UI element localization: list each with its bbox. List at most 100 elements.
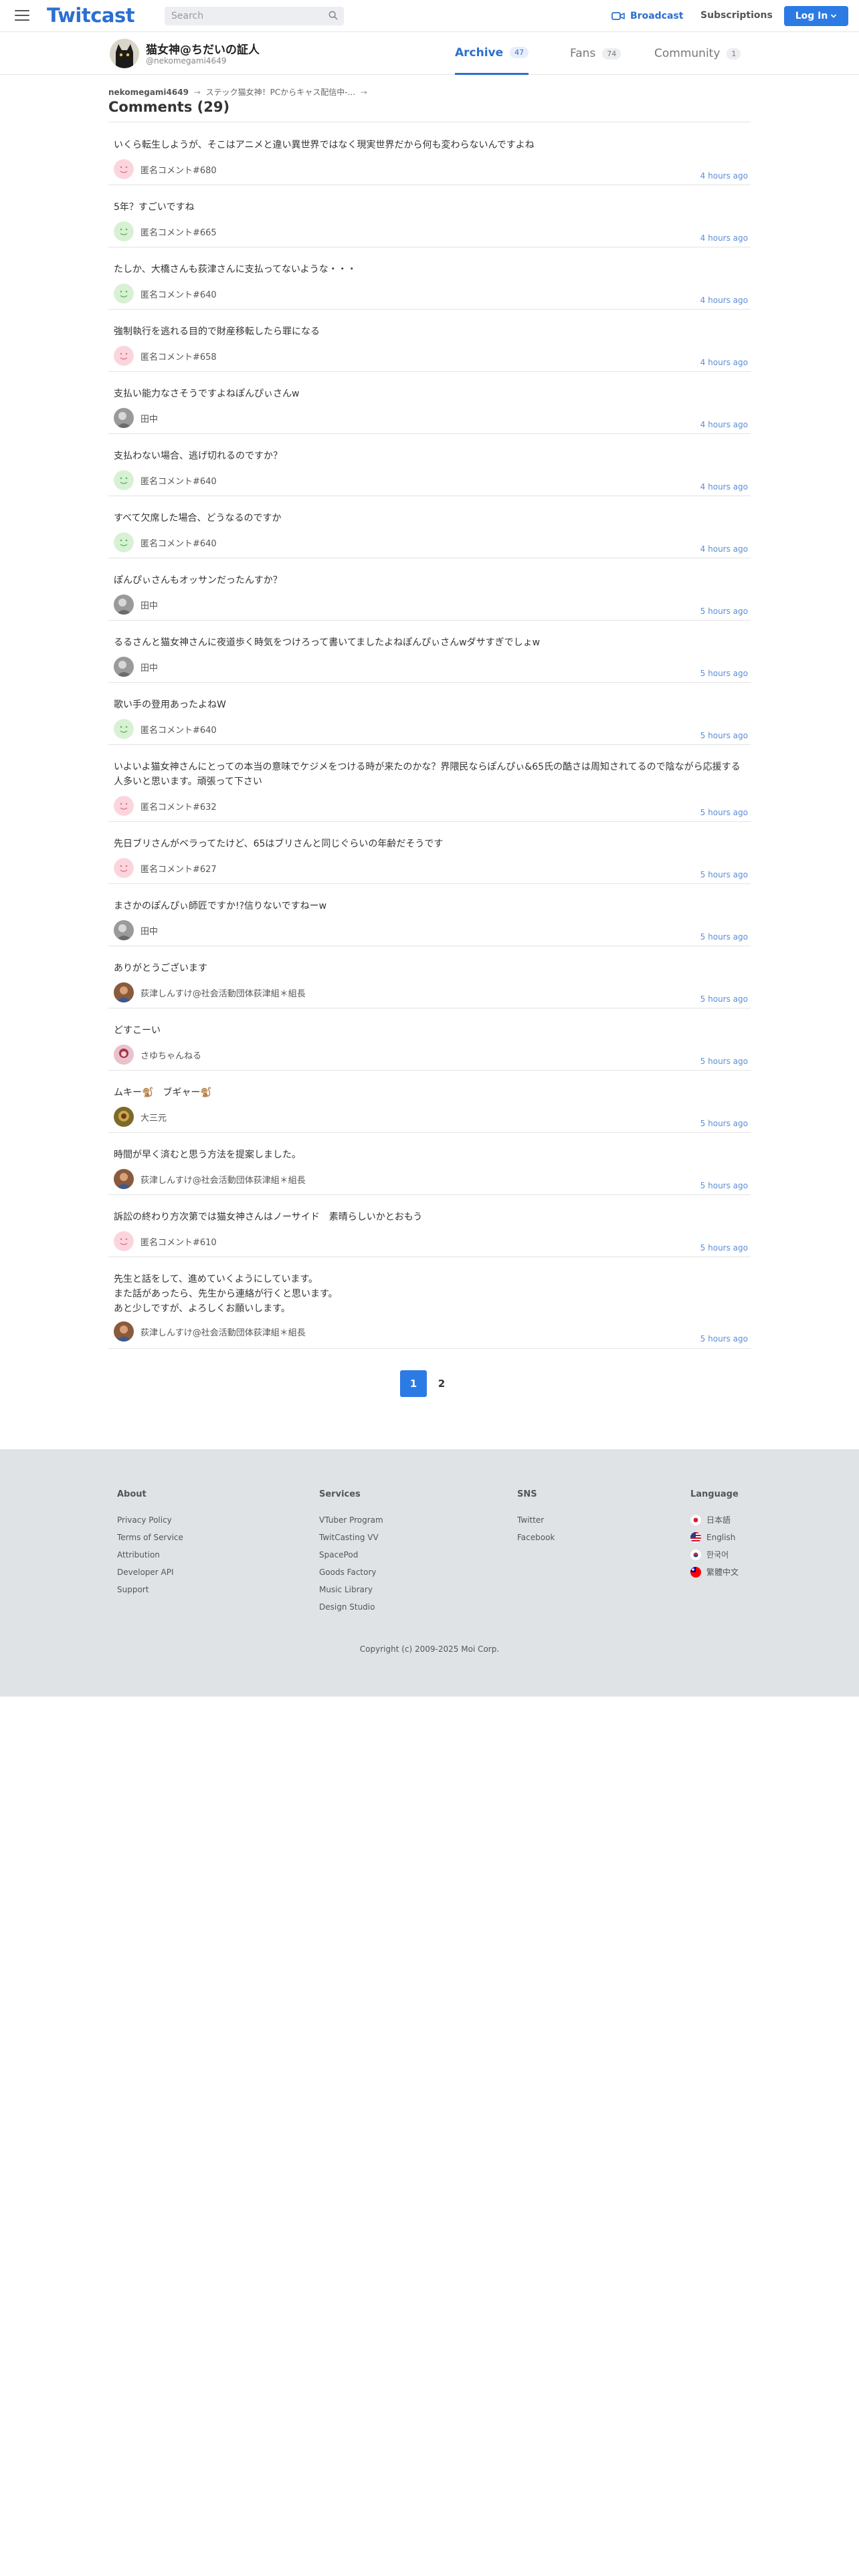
- language-label: English: [706, 1533, 736, 1542]
- comment-user[interactable]: 田中: [114, 920, 158, 940]
- comment-user[interactable]: 荻津しんすけ@社会活動団体荻津組＊組長: [114, 1321, 306, 1341]
- page-title: Comments (29): [108, 99, 230, 115]
- footer-link-twitter[interactable]: Twitter: [517, 1511, 555, 1529]
- comment-user[interactable]: 田中: [114, 408, 158, 428]
- comment-user[interactable]: 匿名コメント#627: [114, 858, 217, 878]
- comment-timestamp[interactable]: 5 hours ago: [700, 1057, 748, 1066]
- comment-timestamp[interactable]: 5 hours ago: [700, 607, 748, 616]
- language-label: 한국어: [706, 1550, 729, 1560]
- page-1-button[interactable]: 1: [400, 1370, 427, 1397]
- search-box[interactable]: [165, 7, 344, 25]
- comment-user[interactable]: 匿名コメント#610: [114, 1231, 217, 1251]
- footer-link-terms[interactable]: Terms of Service: [117, 1529, 183, 1546]
- comment-user[interactable]: 匿名コメント#640: [114, 719, 217, 739]
- comment-user[interactable]: 匿名コメント#680: [114, 159, 217, 179]
- footer-link-vtuber[interactable]: VTuber Program: [319, 1511, 383, 1529]
- comment-user[interactable]: 大三元: [114, 1107, 167, 1127]
- comment-item: 訴訟の終わり方次第では猫女神さんはノーサイド 素晴らしいかとおもう 匿名コメント…: [108, 1195, 751, 1257]
- comment-text: ぽんぴぃさんもオッサンだったんすか？: [114, 575, 282, 586]
- comment-user[interactable]: 匿名コメント#640: [114, 284, 217, 304]
- footer-link-support[interactable]: Support: [117, 1581, 183, 1598]
- tab-archive[interactable]: Archive 47: [455, 32, 529, 75]
- footer-heading: Language: [690, 1489, 739, 1499]
- comment-timestamp[interactable]: 5 hours ago: [700, 1334, 748, 1344]
- comment-user[interactable]: 荻津しんすけ@社会活動団体荻津組＊組長: [114, 982, 306, 1002]
- comment-timestamp[interactable]: 4 hours ago: [700, 544, 748, 554]
- breadcrumb-user-link[interactable]: nekomegami4649: [108, 88, 189, 97]
- comment-user[interactable]: 匿名コメント#640: [114, 470, 217, 490]
- login-button[interactable]: Log In: [784, 6, 848, 26]
- comment-timestamp[interactable]: 4 hours ago: [700, 233, 748, 243]
- search-icon[interactable]: [328, 11, 338, 20]
- footer-link-design[interactable]: Design Studio: [319, 1598, 383, 1616]
- twitcast-logo[interactable]: Twitcast: [47, 4, 135, 27]
- footer-link-privacy[interactable]: Privacy Policy: [117, 1511, 183, 1529]
- profile-header: 猫女神@ちだいの証人 @nekomegami4649 Archive 47 Fa…: [0, 32, 859, 75]
- language-korean[interactable]: 한국어: [690, 1546, 739, 1564]
- menu-icon[interactable]: [15, 10, 29, 22]
- comment-timestamp[interactable]: 5 hours ago: [700, 669, 748, 678]
- comment-timestamp[interactable]: 5 hours ago: [700, 870, 748, 879]
- footer-link-vv[interactable]: TwitCasting VV: [319, 1529, 383, 1546]
- gray-photo-avatar-icon: [114, 595, 134, 615]
- broadcast-button[interactable]: Broadcast: [611, 9, 683, 23]
- black-cat-avatar-icon: [110, 39, 139, 68]
- page-2-button[interactable]: 2: [438, 1370, 446, 1397]
- language-traditional-chinese[interactable]: 繁體中文: [690, 1564, 739, 1581]
- comment-text: どすこーい: [114, 1025, 161, 1036]
- pink-face-avatar-icon: [114, 346, 134, 366]
- brown-photo-avatar-icon: [114, 982, 134, 1002]
- comment-timestamp[interactable]: 4 hours ago: [700, 420, 748, 429]
- comment-user[interactable]: 田中: [114, 657, 158, 677]
- comment-timestamp[interactable]: 5 hours ago: [700, 1243, 748, 1253]
- subscriptions-link[interactable]: Subscriptions: [700, 10, 773, 21]
- comment-timestamp[interactable]: 5 hours ago: [700, 1119, 748, 1128]
- comment-item: 時間が早く済むと思う方法を提案しました。 荻津しんすけ@社会活動団体荻津組＊組長…: [108, 1133, 751, 1195]
- comment-user[interactable]: 荻津しんすけ@社会活動団体荻津組＊組長: [114, 1169, 306, 1189]
- profile-handle: @nekomegami4649: [146, 56, 227, 66]
- pink-face-avatar-icon: [114, 858, 134, 878]
- comment-user-name: 匿名コメント#632: [140, 802, 217, 813]
- comment-timestamp[interactable]: 4 hours ago: [700, 171, 748, 181]
- tab-fans[interactable]: Fans 74: [570, 32, 622, 75]
- avatar: [114, 1107, 134, 1127]
- breadcrumb-arrow-icon: →: [360, 88, 367, 97]
- flag-korea-icon: [690, 1549, 701, 1560]
- breadcrumb-movie-link[interactable]: ステック猫女神！PCからキャス配信中-...: [206, 88, 355, 97]
- comment-timestamp[interactable]: 5 hours ago: [700, 731, 748, 740]
- footer-link-developer-api[interactable]: Developer API: [117, 1564, 183, 1581]
- footer-link-attribution[interactable]: Attribution: [117, 1546, 183, 1564]
- green-face-avatar-icon: [114, 221, 134, 241]
- footer-link-facebook[interactable]: Facebook: [517, 1529, 555, 1546]
- comment-timestamp[interactable]: 4 hours ago: [700, 358, 748, 367]
- comment-user[interactable]: 匿名コメント#658: [114, 346, 217, 366]
- avatar: [114, 1045, 134, 1065]
- avatar: [114, 858, 134, 878]
- comment-timestamp[interactable]: 5 hours ago: [700, 932, 748, 942]
- comment-timestamp[interactable]: 5 hours ago: [700, 1181, 748, 1190]
- comment-user[interactable]: さゆちゃんねる: [114, 1045, 201, 1065]
- avatar: [114, 1231, 134, 1251]
- comment-user[interactable]: 匿名コメント#640: [114, 532, 217, 552]
- flag-japan-icon: [690, 1515, 701, 1525]
- footer-link-goods[interactable]: Goods Factory: [319, 1564, 383, 1581]
- comment-timestamp[interactable]: 4 hours ago: [700, 296, 748, 305]
- footer-link-spacepod[interactable]: SpacePod: [319, 1546, 383, 1564]
- comment-user[interactable]: 匿名コメント#665: [114, 221, 217, 241]
- comment-timestamp[interactable]: 4 hours ago: [700, 482, 748, 492]
- comment-user[interactable]: 田中: [114, 595, 158, 615]
- profile-avatar[interactable]: [110, 39, 139, 68]
- comment-text: いくら転生しようが、そこはアニメと違い異世界ではなく現実世界だから何も変わらない…: [114, 140, 535, 150]
- comment-user-name: 匿名コメント#680: [140, 165, 217, 176]
- olive-photo-avatar-icon: [114, 1107, 134, 1127]
- search-input[interactable]: [165, 7, 318, 25]
- comment-timestamp[interactable]: 5 hours ago: [700, 994, 748, 1004]
- language-japanese[interactable]: 日本語: [690, 1511, 739, 1529]
- comment-user[interactable]: 匿名コメント#632: [114, 796, 217, 816]
- comment-timestamp[interactable]: 5 hours ago: [700, 808, 748, 817]
- language-english[interactable]: English: [690, 1529, 739, 1546]
- footer-link-music[interactable]: Music Library: [319, 1581, 383, 1598]
- profile-name[interactable]: 猫女神@ちだいの証人: [146, 40, 260, 57]
- tab-community[interactable]: Community 1: [654, 32, 741, 75]
- comment-item: ムキー🐒 ブギャー🐒 大三元 5 hours ago: [108, 1071, 751, 1133]
